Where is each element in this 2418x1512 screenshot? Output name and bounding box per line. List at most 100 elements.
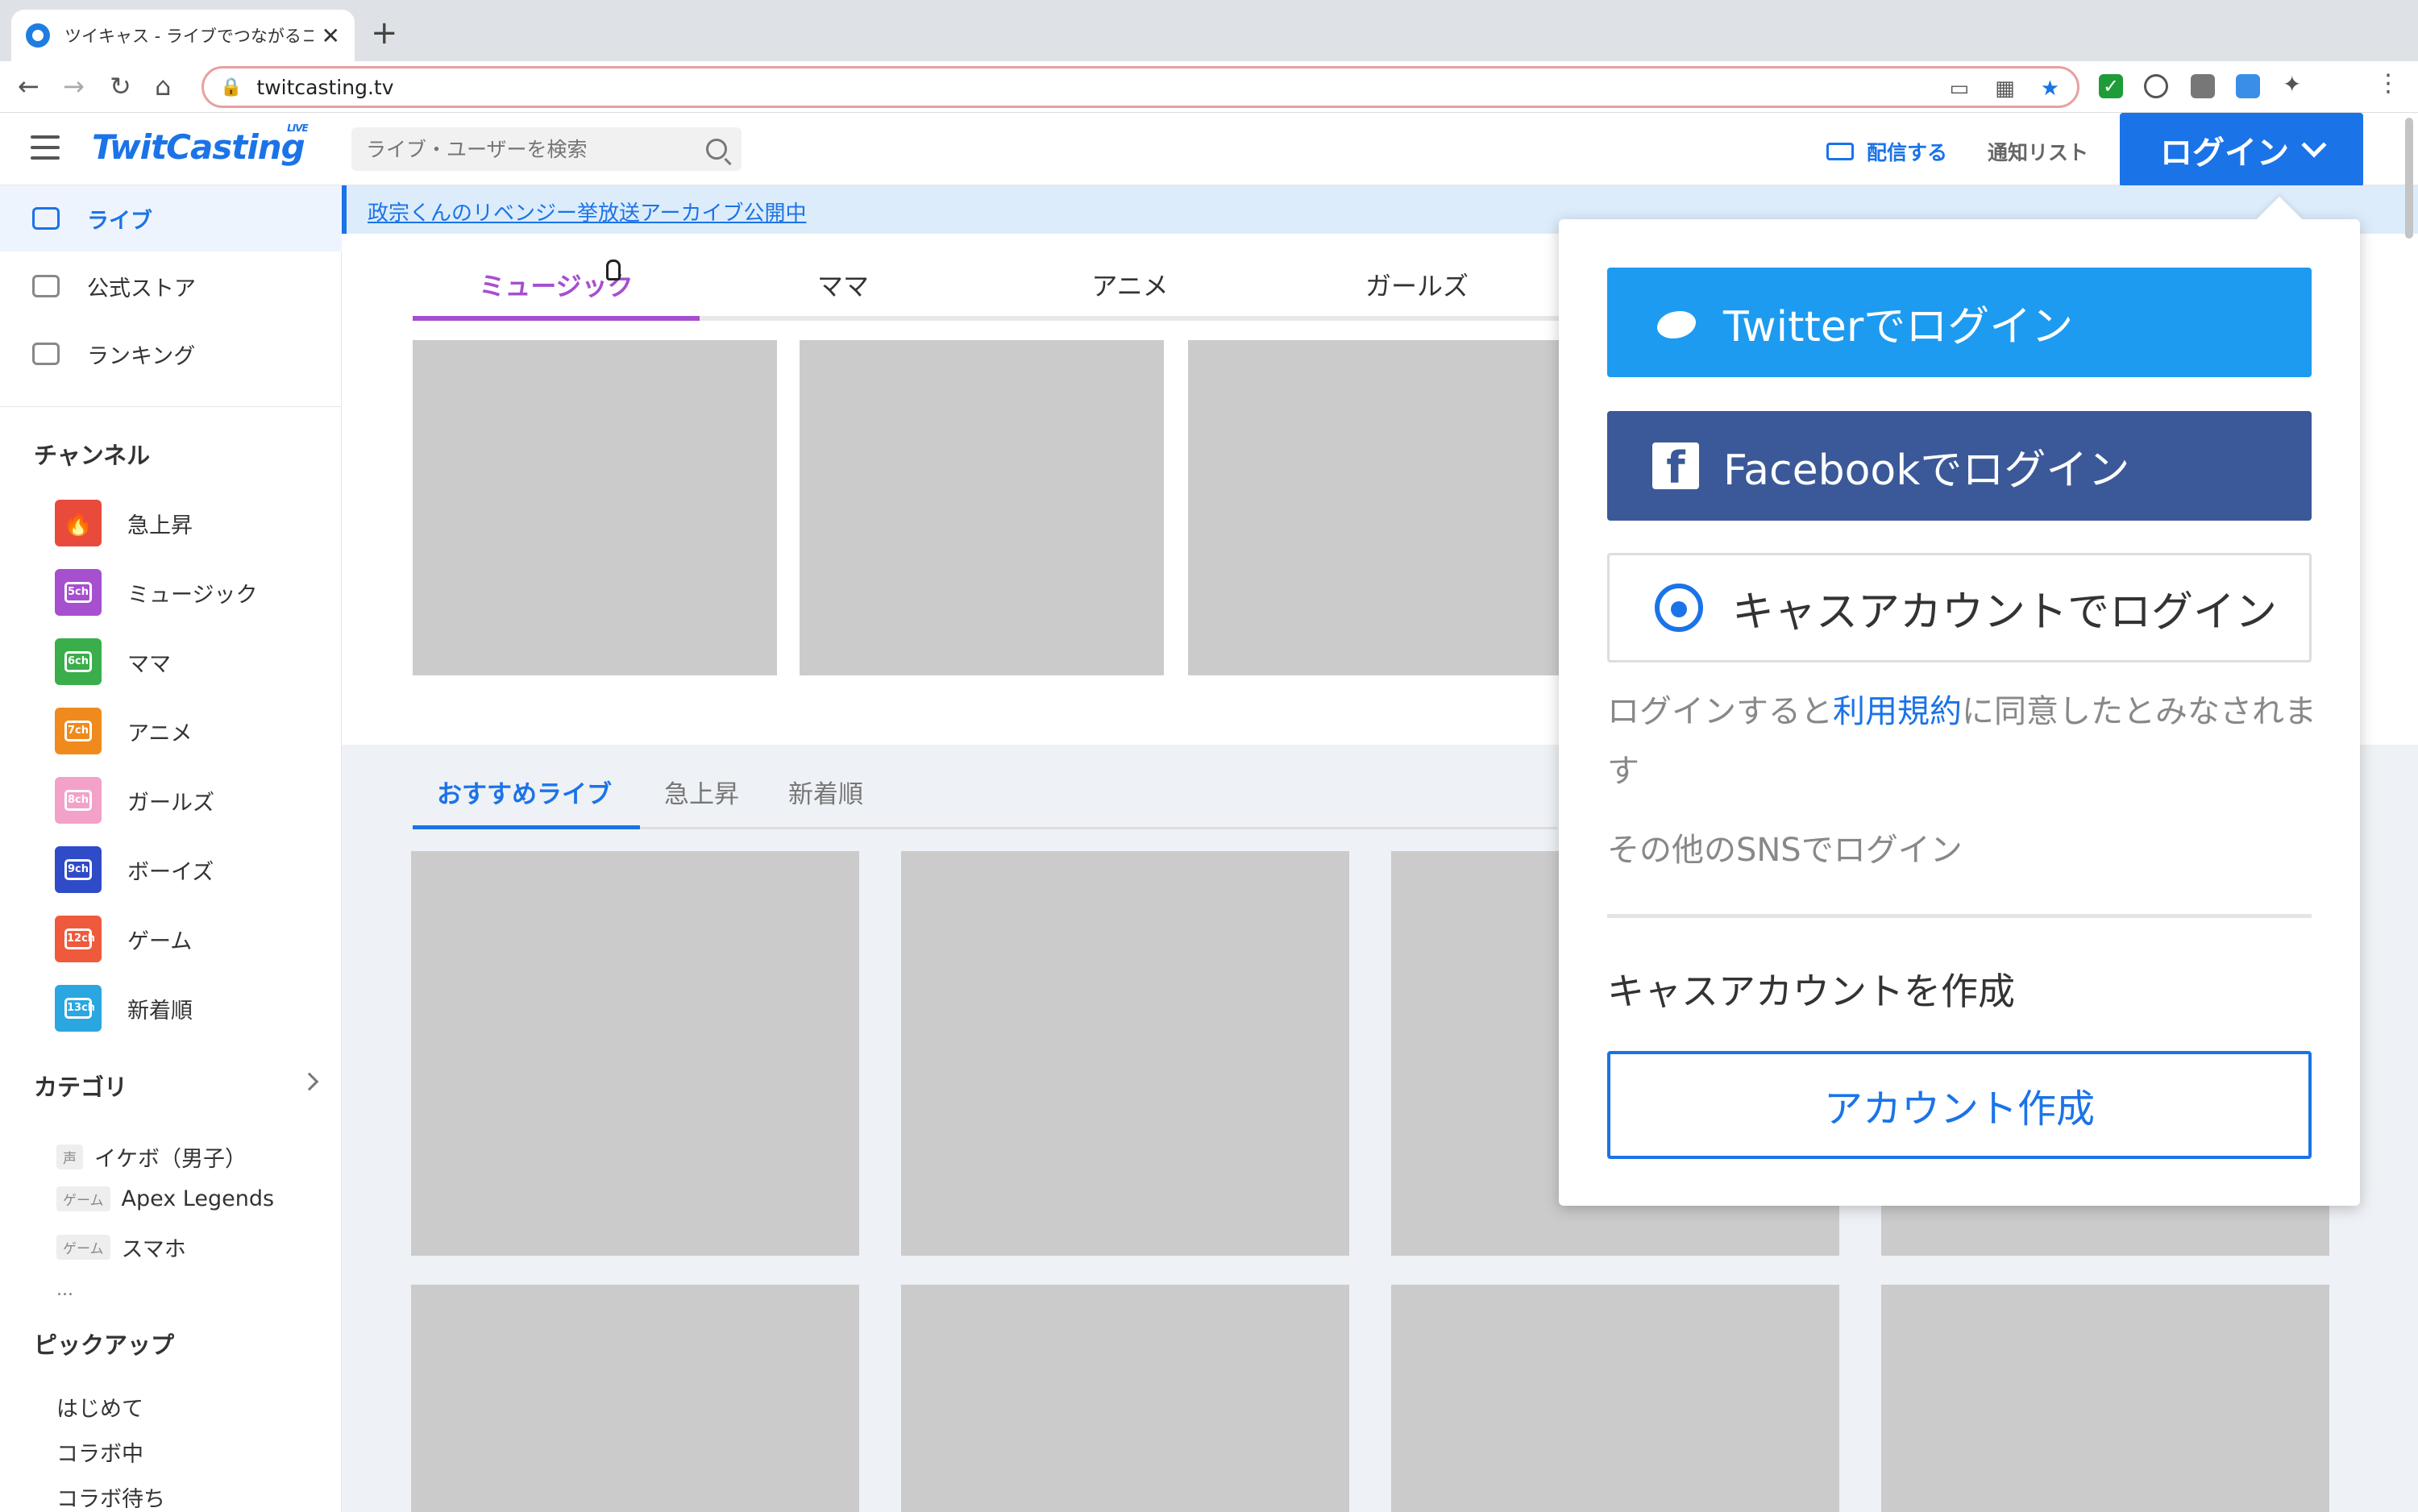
tab-rising[interactable]: 急上昇	[664, 774, 739, 810]
channel-item-rising[interactable]: 🔥 急上昇	[55, 500, 193, 546]
forward-icon[interactable]: →	[63, 71, 85, 102]
category-heading[interactable]: カテゴリ	[34, 1069, 127, 1103]
channel-7ch-icon: 7ch	[55, 708, 102, 754]
live-thumbnail[interactable]	[901, 851, 1349, 1256]
twitcasting-icon	[1655, 584, 1703, 632]
notify-list-link[interactable]: 通知リスト	[1988, 137, 2088, 166]
sidebar-item-store[interactable]: 公式ストア	[0, 253, 342, 319]
login-button[interactable]: ログイン	[2120, 113, 2363, 187]
twitcasting-favicon-icon	[26, 23, 50, 48]
facebook-login-label: Facebookでログイン	[1723, 446, 2130, 495]
twitter-bird-icon	[1652, 305, 1699, 340]
tab-girls[interactable]: ガールズ	[1273, 266, 1560, 303]
twitter-login-button[interactable]: Twitterでログイン	[1607, 268, 2312, 377]
reload-icon[interactable]: ↻	[110, 71, 131, 102]
browser-menu-icon[interactable]: ⋮	[2376, 69, 2400, 98]
category-item[interactable]: 声 イケボ（男子）	[56, 1141, 247, 1173]
extension-square-icon[interactable]	[2191, 74, 2215, 98]
broadcast-link[interactable]: 配信する	[1826, 137, 1947, 166]
back-icon[interactable]: ←	[18, 71, 39, 102]
live-thumbnail[interactable]	[411, 851, 859, 1256]
address-bar[interactable]: 🔒 twitcasting.tv ▭ ▦ ★	[202, 66, 2079, 108]
browser-tab[interactable]: ツイキャス - ライブでつながるコミュニティ ✕	[11, 10, 355, 61]
category-label: イケボ（男子）	[94, 1147, 247, 1172]
channel-item-game[interactable]: 12ch ゲーム	[55, 916, 192, 962]
chevron-right-icon[interactable]	[300, 1072, 319, 1091]
qr-icon[interactable]: ▦	[1995, 77, 2015, 101]
login-dropdown: Twitterでログイン f Facebookでログイン キャスアカウントでログ…	[1559, 196, 2360, 1206]
tab-newest[interactable]: 新着順	[788, 774, 863, 810]
channel-item-music[interactable]: 5ch ミュージック	[55, 569, 257, 616]
tab-title: ツイキャス - ライブでつながるコミュニティ	[64, 27, 314, 46]
tab-music[interactable]: ミュージック	[413, 266, 700, 303]
new-tab-button[interactable]: +	[371, 15, 398, 52]
sidebar-item-label: ランキング	[87, 343, 196, 369]
live-thumbnail[interactable]	[901, 1285, 1349, 1512]
search-input[interactable]	[366, 137, 706, 161]
twitcasting-logo[interactable]: TwitCasting LIVE	[92, 123, 309, 167]
create-account-heading: キャスアカウントを作成	[1607, 970, 2015, 1013]
chevron-down-icon	[2301, 132, 2327, 158]
tab-mama[interactable]: ママ	[700, 266, 987, 303]
extension-camera-icon[interactable]	[2236, 74, 2260, 98]
more-categories-link[interactable]: ...	[56, 1280, 73, 1300]
other-sns-login-link[interactable]: その他のSNSでログイン	[1607, 824, 1963, 870]
live-thumbnail[interactable]	[1881, 1285, 2329, 1512]
hand-cursor-icon	[606, 260, 621, 280]
live-thumbnail[interactable]	[800, 340, 1164, 675]
channel-label: 新着順	[127, 998, 193, 1024]
dropdown-divider	[1607, 914, 2312, 918]
omnibox-actions: ▭ ▦ ★	[1950, 77, 2059, 101]
extensions-puzzle-icon[interactable]: ✦	[2283, 71, 2307, 98]
page-scrollbar[interactable]	[2405, 118, 2413, 239]
channel-9ch-icon: 9ch	[55, 846, 102, 893]
pickup-item[interactable]: コラボ中	[56, 1436, 143, 1468]
terms-of-service-link[interactable]: 利用規約	[1833, 693, 1962, 730]
live-thumbnail[interactable]	[1188, 340, 1559, 675]
cas-account-login-button[interactable]: キャスアカウントでログイン	[1607, 553, 2312, 663]
channel-item-anime[interactable]: 7ch アニメ	[55, 708, 192, 754]
channel-item-boys[interactable]: 9ch ボーイズ	[55, 846, 214, 893]
channel-heading: チャンネル	[34, 442, 151, 469]
live-thumbnail[interactable]	[411, 1285, 859, 1512]
extension-check-icon[interactable]: ✓	[2099, 74, 2123, 98]
category-item[interactable]: ゲーム Apex Legends	[56, 1186, 274, 1211]
category-item[interactable]: ゲーム スマホ	[56, 1232, 186, 1263]
logo-text: TwitCasting	[92, 127, 305, 167]
search-icon[interactable]	[706, 139, 727, 160]
sidebar-item-label: 公式ストア	[87, 276, 196, 301]
facebook-icon: f	[1652, 442, 1699, 493]
hamburger-menu-icon[interactable]	[31, 135, 60, 160]
extension-circle-icon[interactable]	[2144, 74, 2168, 98]
live-thumbnail[interactable]	[413, 340, 777, 675]
pickup-item[interactable]: はじめて	[56, 1391, 143, 1423]
url-text: twitcasting.tv	[256, 75, 394, 99]
sidebar-item-ranking[interactable]: ランキング	[0, 321, 342, 387]
video-camera-icon	[1826, 143, 1854, 160]
pickup-heading: ピックアップ	[34, 1331, 175, 1359]
twitter-login-label: Twitterでログイン	[1723, 302, 2074, 351]
channel-item-newest[interactable]: 13ch 新着順	[55, 985, 193, 1032]
close-tab-icon[interactable]: ✕	[322, 23, 340, 49]
bookmark-star-icon[interactable]: ★	[2041, 77, 2059, 101]
channel-tab-indicator	[413, 316, 700, 321]
create-account-button[interactable]: アカウント作成	[1607, 1051, 2312, 1159]
channel-item-mama[interactable]: 6ch ママ	[55, 638, 171, 685]
rec-tab-indicator	[413, 825, 640, 829]
pickup-item[interactable]: コラボ待ち	[56, 1481, 165, 1512]
tv-icon	[32, 207, 60, 230]
browser-toolbar: ← → ↻ ⌂ 🔒 twitcasting.tv ▭ ▦ ★ ✓ ✦ ⋮	[0, 61, 2418, 113]
live-thumbnail[interactable]	[1391, 1285, 1839, 1512]
announcement-link[interactable]: 政宗くんのリベンジー挙放送アーカイブ公開中	[368, 197, 806, 226]
tab-anime[interactable]: アニメ	[987, 266, 1273, 303]
category-tag: ゲーム	[56, 1235, 110, 1260]
home-icon[interactable]: ⌂	[155, 71, 171, 102]
channel-item-girls[interactable]: 8ch ガールズ	[55, 777, 214, 824]
channel-13ch-icon: 13ch	[55, 985, 102, 1032]
facebook-login-button[interactable]: f Facebookでログイン	[1607, 411, 2312, 521]
tab-recommended[interactable]: おすすめライブ	[437, 774, 612, 810]
cast-icon[interactable]: ▭	[1950, 77, 1970, 101]
sidebar-item-live[interactable]: ライブ	[0, 185, 342, 251]
sidebar-item-label: ライブ	[87, 208, 152, 234]
crown-icon	[32, 343, 60, 365]
